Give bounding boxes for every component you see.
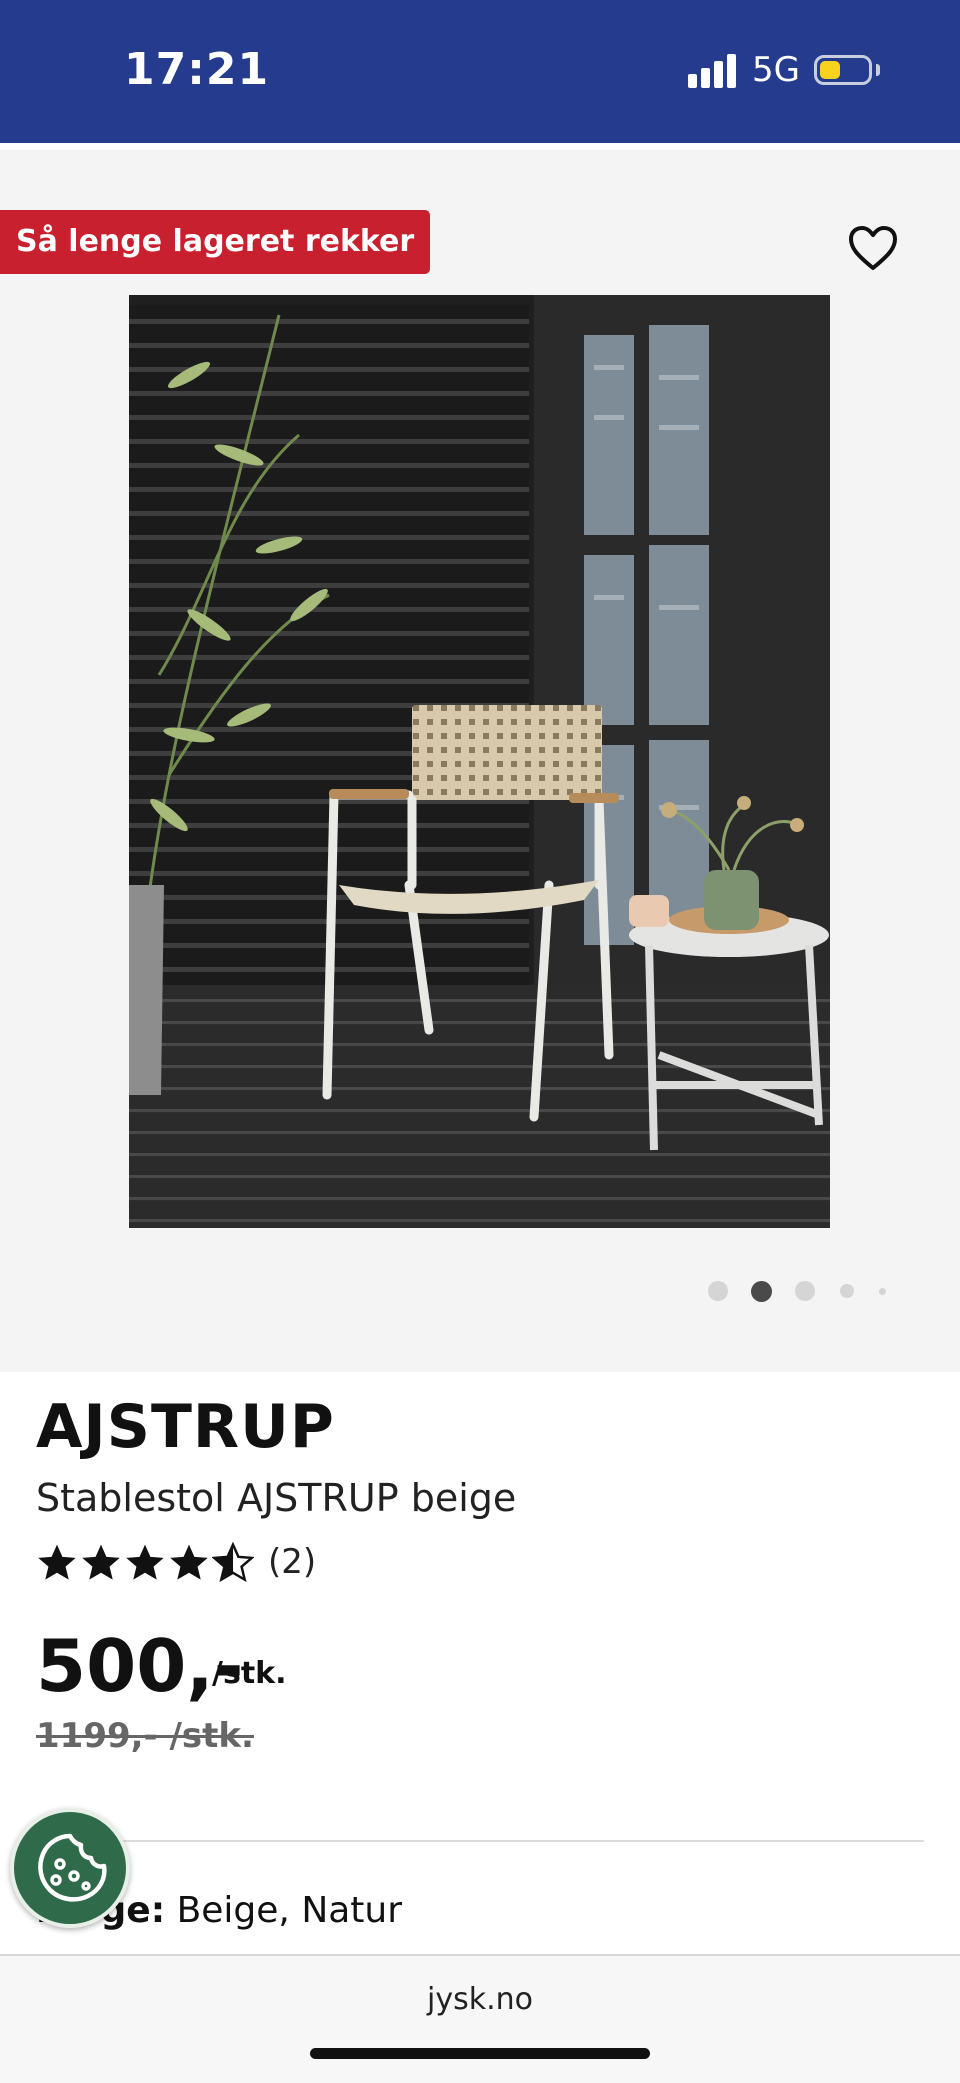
heart-icon[interactable] — [847, 224, 899, 272]
carousel-dot-2-active[interactable] — [751, 1281, 772, 1302]
status-bar: 17:21 5G — [0, 0, 960, 143]
old-price: 1199,- /stk. — [36, 1716, 254, 1756]
carousel-dot-5[interactable] — [879, 1288, 886, 1295]
product-image[interactable] — [129, 295, 830, 1228]
cookie-icon — [38, 1833, 107, 1902]
cookie-settings-button[interactable] — [10, 1808, 130, 1928]
review-count[interactable]: (2) — [268, 1542, 316, 1582]
product-brand: AJSTRUP — [36, 1392, 335, 1462]
battery-icon — [814, 55, 872, 85]
star-icon — [82, 1544, 120, 1580]
battery-tip — [876, 64, 880, 76]
product-name: Stablestol AJSTRUP beige — [36, 1476, 517, 1520]
carousel-dot-4[interactable] — [840, 1284, 854, 1298]
carousel-dots[interactable] — [0, 1277, 960, 1307]
network-label: 5G — [752, 50, 800, 90]
browser-bottom-bar: jysk.no — [0, 1954, 960, 2083]
star-icon — [38, 1544, 76, 1580]
carousel-dot-3[interactable] — [795, 1281, 815, 1301]
star-icon — [126, 1544, 164, 1580]
home-indicator[interactable] — [310, 2048, 650, 2059]
star-half-icon — [212, 1542, 254, 1583]
star-icon — [170, 1544, 208, 1580]
signal-icon — [688, 54, 738, 88]
divider — [36, 1840, 924, 1842]
product-gallery[interactable]: Så lenge lageret rekker — [0, 150, 960, 1372]
status-time: 17:21 — [124, 44, 270, 95]
promo-badge: Så lenge lageret rekker — [0, 210, 431, 274]
carousel-dot-1[interactable] — [708, 1281, 728, 1301]
color-value: Beige, Natur — [176, 1890, 403, 1931]
price-unit: /stk. — [212, 1656, 287, 1691]
url-label[interactable]: jysk.no — [0, 1982, 960, 2017]
